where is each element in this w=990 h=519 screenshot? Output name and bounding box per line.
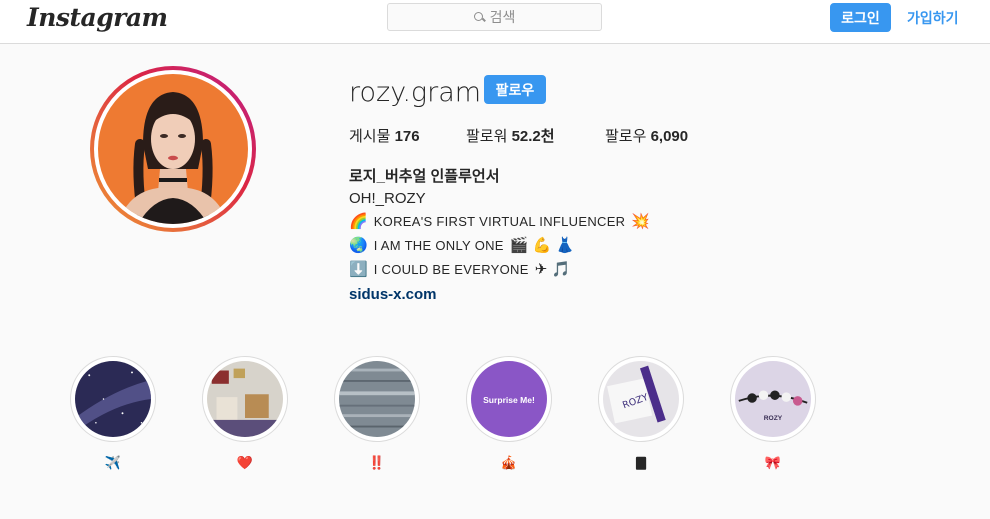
following-value: 6,090	[650, 128, 689, 145]
bio-text: I COULD BE EVERYONE	[373, 262, 529, 277]
search-input[interactable]: 검색	[387, 3, 602, 31]
highlight-ribbon[interactable]: ROZY 🎀	[730, 356, 816, 471]
highlight-label: ‼️	[368, 455, 386, 470]
beads-text: ROZY	[764, 415, 783, 422]
highlight-ring: ROZY	[730, 356, 816, 442]
instagram-logo[interactable]: Instagram	[27, 3, 168, 32]
airplane-music-icons: ✈ 🎵	[534, 261, 571, 278]
bio-line: ⬇️ I COULD BE EVERYONE ✈ 🎵	[349, 262, 570, 277]
highlight-circus[interactable]: Surprise Me! 🎪	[466, 356, 552, 471]
profile-website-link[interactable]: sidus-x.com	[349, 286, 437, 303]
highlight-label: ❤️	[236, 455, 254, 470]
posts-label: 게시물	[349, 128, 391, 145]
rainbow-icon: 🌈	[349, 213, 368, 230]
following-label: 팔로우	[605, 128, 647, 145]
follow-button[interactable]: 팔로우	[484, 75, 546, 104]
posts-value: 176	[394, 128, 420, 145]
bio-text: OH!_ROZY	[349, 190, 426, 207]
static-noise-image	[339, 361, 415, 437]
login-button[interactable]: 로그인	[830, 3, 891, 32]
surprise-me-text: Surprise Me!	[483, 395, 535, 405]
highlight-cover	[207, 361, 283, 437]
highlight-ring	[202, 356, 288, 442]
highlight-exclamation[interactable]: ‼️	[334, 356, 420, 471]
highlight-ring: ROZY	[598, 356, 684, 442]
globe-icon: 🌏	[349, 237, 368, 254]
posts-count: 게시물 176	[349, 125, 420, 146]
search-icon	[473, 11, 485, 23]
profile-avatar[interactable]	[90, 66, 256, 232]
highlight-cover	[75, 361, 151, 437]
bio-text: KOREA'S FIRST VIRTUAL INFLUENCER	[373, 214, 626, 229]
highlight-ring	[70, 356, 156, 442]
rozy-beads-image: ROZY	[735, 361, 811, 437]
search-placeholder: 검색	[489, 9, 516, 25]
highlight-travel[interactable]: ✈️	[70, 356, 156, 471]
highlight-heart[interactable]: ❤️	[202, 356, 288, 471]
bio-line: 🌈 KOREA'S FIRST VIRTUAL INFLUENCER 💥	[349, 214, 650, 229]
collision-icon: 💥	[631, 213, 651, 230]
down-arrow-icon: ⬇️	[349, 261, 368, 278]
profile-full-name: 로지_버추얼 인플루언서	[349, 168, 500, 185]
highlight-cover: ROZY	[603, 361, 679, 437]
highlight-cover	[339, 361, 415, 437]
avatar-photo	[98, 74, 248, 224]
clapper-muscle-dress-icons: 🎬 💪 👗	[509, 237, 575, 254]
followers-count[interactable]: 팔로워 52.2천	[466, 125, 555, 146]
following-count[interactable]: 팔로우 6,090	[605, 125, 688, 146]
avatar-image	[98, 74, 248, 224]
followers-label: 팔로워	[466, 128, 508, 145]
bio-text: I AM THE ONLY ONE	[373, 238, 504, 253]
highlight-label: 🀫	[635, 455, 647, 470]
highlight-label: 🎀	[764, 455, 782, 470]
highlight-label: ✈️	[104, 455, 122, 470]
highlight-ring	[334, 356, 420, 442]
highlight-cover: ROZY	[735, 361, 811, 437]
bio-line: OH!_ROZY	[349, 190, 426, 207]
surprise-me-image: Surprise Me!	[471, 361, 547, 437]
top-navigation-bar: Instagram 검색 로그인 가입하기	[0, 0, 990, 44]
followers-value: 52.2천	[511, 128, 555, 145]
highlight-label: 🎪	[500, 455, 518, 470]
rozy-paper-image: ROZY	[603, 361, 679, 437]
galaxy-image	[75, 361, 151, 437]
avatar-border	[94, 70, 252, 228]
bio-line: 🌏 I AM THE ONLY ONE 🎬 💪 👗	[349, 238, 574, 253]
highlight-ring: Surprise Me!	[466, 356, 552, 442]
profile-username: rozy.gram	[349, 77, 482, 108]
highlight-cover: Surprise Me!	[471, 361, 547, 437]
signup-link[interactable]: 가입하기	[907, 8, 959, 28]
room-image	[207, 361, 283, 437]
highlight-tile[interactable]: ROZY 🀫	[598, 356, 684, 471]
